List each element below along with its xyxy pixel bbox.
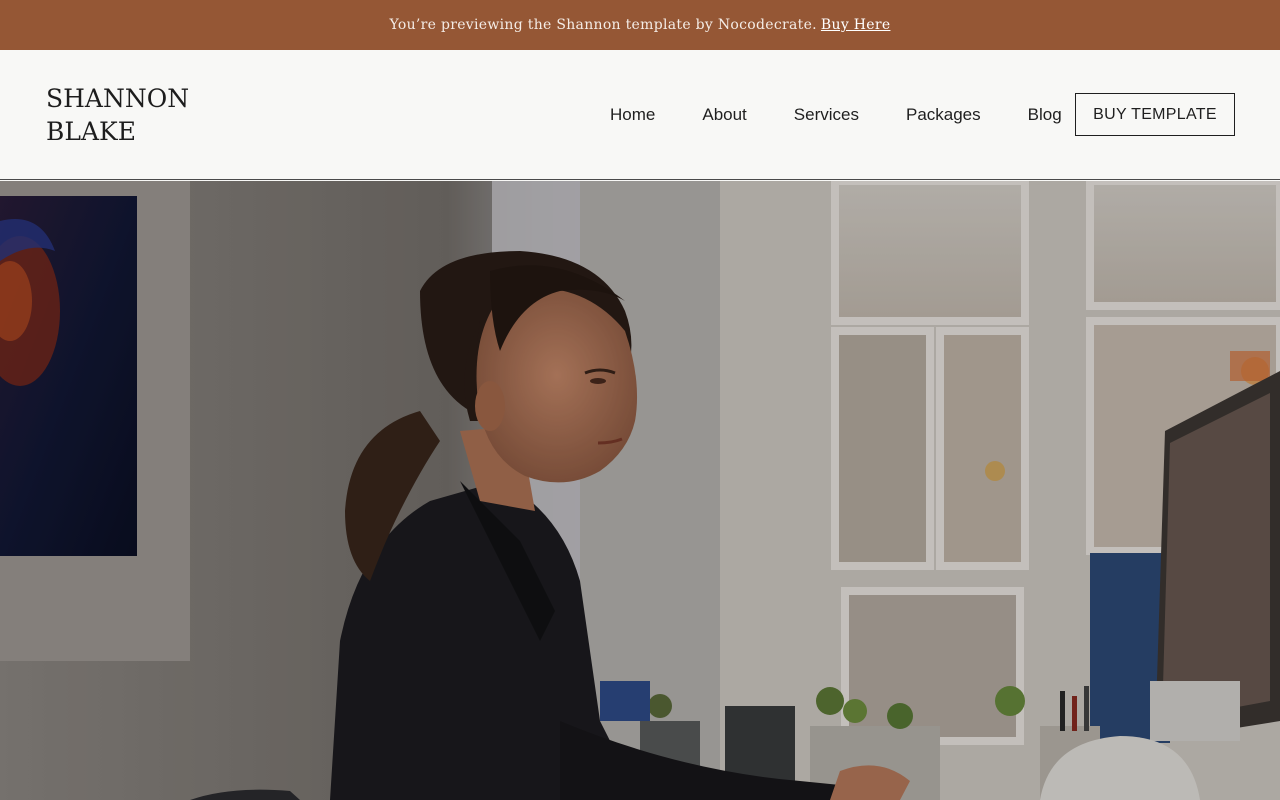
nav-home[interactable]: Home (610, 105, 655, 125)
buy-template-button[interactable]: BUY TEMPLATE (1075, 93, 1235, 136)
site-header: SHANNON BLAKE Home About Services Packag… (0, 50, 1280, 180)
hero-photo-illustration (0, 181, 1280, 800)
nav-packages[interactable]: Packages (906, 105, 981, 125)
announcement-text: You’re previewing the Shannon template b… (389, 17, 817, 33)
buy-here-link[interactable]: Buy Here (821, 17, 891, 33)
nav-blog[interactable]: Blog (1028, 105, 1062, 125)
nav-services[interactable]: Services (794, 105, 859, 125)
site-logo[interactable]: SHANNON BLAKE (46, 82, 246, 148)
announcement-bar: You’re previewing the Shannon template b… (0, 0, 1280, 50)
nav-about[interactable]: About (702, 105, 746, 125)
main-nav: Home About Services Packages Blog (610, 93, 1062, 137)
logo-line-1: SHANNON (46, 84, 190, 113)
hero-image (0, 181, 1280, 800)
logo-line-2: BLAKE (46, 117, 136, 146)
